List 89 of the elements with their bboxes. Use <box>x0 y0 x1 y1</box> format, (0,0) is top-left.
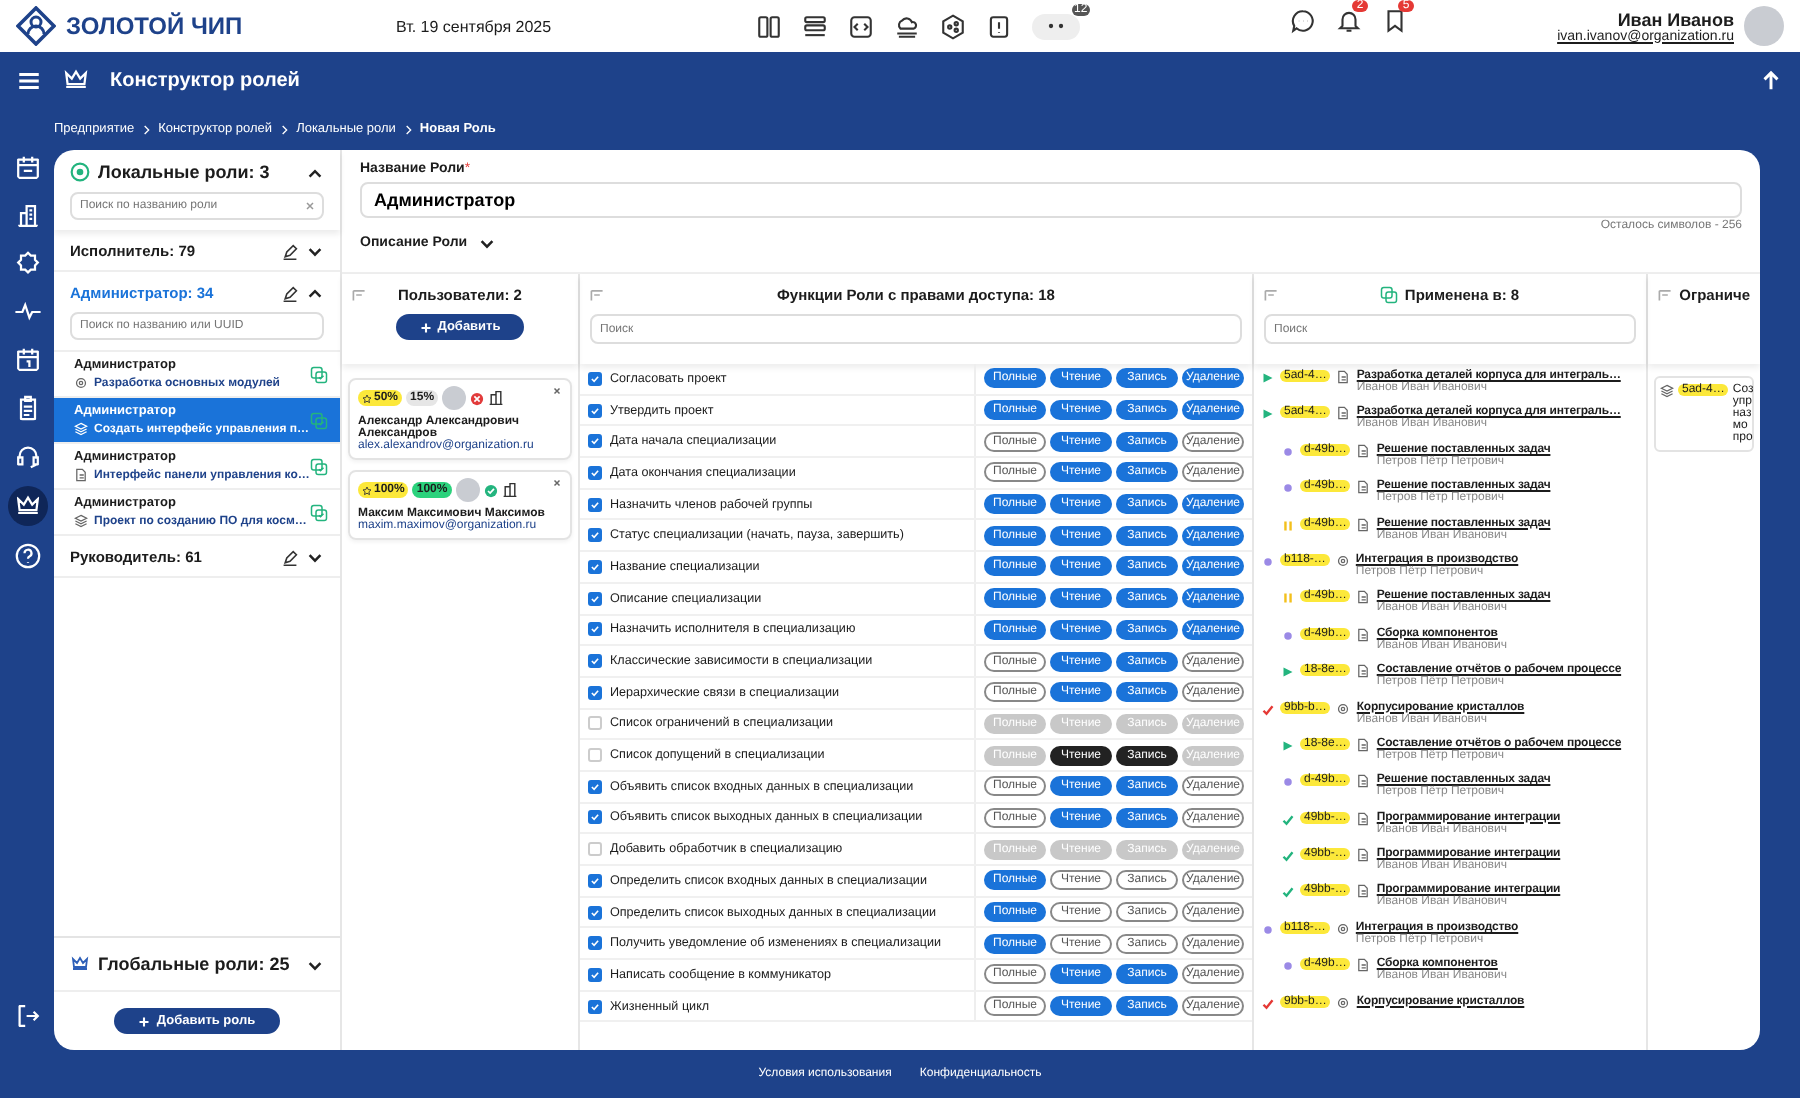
checkbox[interactable] <box>588 654 602 669</box>
cloud-icon[interactable] <box>894 13 920 39</box>
chat-icon[interactable] <box>1289 8 1316 34</box>
bookmark-icon[interactable] <box>1381 8 1408 34</box>
checkbox[interactable] <box>588 591 602 606</box>
checkbox[interactable] <box>588 685 602 700</box>
badge-icon <box>70 162 90 182</box>
app-name: ЗОЛОТОЙ ЧИП <box>66 12 243 40</box>
pause-icon <box>1282 519 1294 532</box>
checkbox[interactable] <box>588 842 602 857</box>
checkbox[interactable] <box>588 497 602 512</box>
close-icon[interactable] <box>552 478 562 488</box>
checkbox[interactable] <box>588 905 602 920</box>
dot-icon <box>1262 555 1274 568</box>
copy-icon[interactable] <box>310 365 328 383</box>
dot-icon <box>1282 776 1294 789</box>
crown-icon[interactable] <box>7 486 47 526</box>
columns-icon[interactable] <box>756 13 782 39</box>
arrow-up-icon[interactable] <box>1758 67 1784 93</box>
plus-icon <box>419 321 432 333</box>
user-avatar <box>455 478 480 502</box>
pencil-icon[interactable] <box>282 243 298 259</box>
chevron-right-icon <box>280 123 289 135</box>
dot-icon <box>1282 629 1294 642</box>
chevron-right-icon <box>142 123 151 135</box>
more-button[interactable] <box>1032 13 1080 39</box>
section-title: Глобальные роли: 25 <box>98 954 292 974</box>
play-icon <box>1262 408 1274 421</box>
checkbox[interactable] <box>588 622 602 637</box>
current-date: Вт. 19 сентября 2025 <box>396 17 554 35</box>
checkmark-icon <box>1282 850 1294 863</box>
copy-icon[interactable] <box>310 503 328 521</box>
checkmark-icon <box>1282 886 1294 899</box>
clear-icon[interactable] <box>304 200 316 212</box>
dot-icon <box>1262 923 1274 936</box>
copy-icon[interactable] <box>310 457 328 475</box>
checkbox[interactable] <box>588 967 602 982</box>
checkbox[interactable] <box>588 559 602 574</box>
checkbox[interactable] <box>588 371 602 386</box>
code-icon[interactable] <box>848 13 874 39</box>
list-icon[interactable] <box>802 13 828 39</box>
pencil-icon[interactable] <box>282 549 298 565</box>
play-icon <box>1282 739 1294 752</box>
checkbox[interactable] <box>588 465 602 480</box>
copy-icon <box>1380 286 1399 304</box>
checkmark-icon <box>1262 703 1274 716</box>
checkbox[interactable] <box>588 716 602 731</box>
crown-icon <box>62 66 90 94</box>
dot-icon <box>1282 960 1294 973</box>
checkbox[interactable] <box>588 403 602 418</box>
dots-icon <box>1046 22 1066 30</box>
section-title: Локальные роли: 3 <box>98 162 272 182</box>
checkbox[interactable] <box>588 936 602 951</box>
dot-icon <box>1282 445 1294 458</box>
close-icon[interactable] <box>552 386 562 396</box>
checkbox[interactable] <box>588 528 602 543</box>
layers-icon <box>1660 384 1674 398</box>
checkbox[interactable] <box>588 873 602 888</box>
role-name-input[interactable]: Администратор <box>360 182 1742 218</box>
play-icon <box>1282 666 1294 679</box>
chevron-up-icon[interactable] <box>306 284 324 302</box>
checkbox[interactable] <box>588 810 602 825</box>
chevron-down-icon[interactable] <box>306 242 324 260</box>
pause-icon <box>1282 592 1294 605</box>
plus-icon <box>138 1015 151 1027</box>
user-name: Иван Иванов <box>1617 9 1734 29</box>
alert-icon[interactable] <box>986 13 1012 39</box>
layers-icon <box>74 422 88 436</box>
bell-icon[interactable] <box>1335 8 1362 34</box>
checkbox[interactable] <box>588 748 602 763</box>
chevron-right-icon <box>403 123 412 135</box>
checkmark-icon <box>1262 997 1274 1010</box>
user-avatar <box>442 386 467 410</box>
pencil-icon[interactable] <box>282 285 298 301</box>
document-icon <box>74 468 88 482</box>
logo-icon <box>16 6 56 46</box>
chevron-down-icon[interactable] <box>306 548 324 566</box>
checkbox[interactable] <box>588 779 602 794</box>
checkmark-icon <box>1282 813 1294 826</box>
crown-icon <box>70 954 90 974</box>
play-icon <box>1262 372 1274 384</box>
menu-icon[interactable] <box>16 67 42 93</box>
layers-icon <box>74 514 88 528</box>
checkbox[interactable] <box>588 434 602 449</box>
share-icon[interactable] <box>940 13 966 39</box>
page-title: Конструктор ролей <box>110 69 300 91</box>
checkbox[interactable] <box>588 999 602 1014</box>
dot-icon <box>1282 482 1294 495</box>
chevron-down-icon[interactable] <box>477 234 496 252</box>
